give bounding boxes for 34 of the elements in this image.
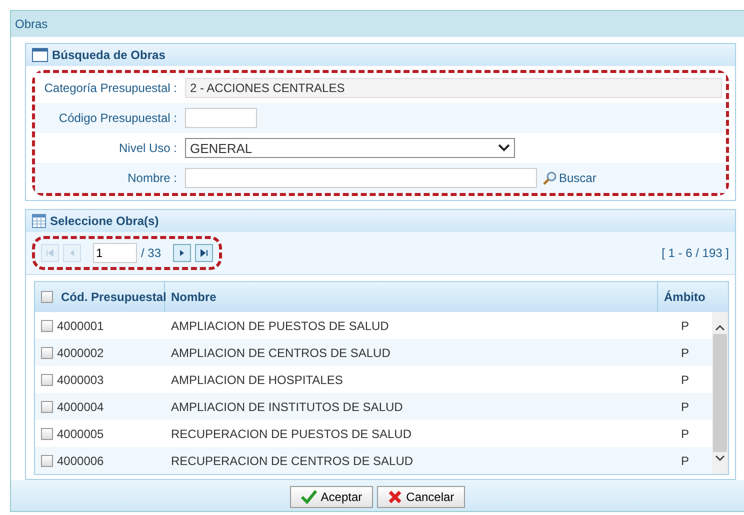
accept-button[interactable]: Aceptar: [290, 486, 374, 508]
category-field: 2 - ACCIONES CENTRALES: [185, 78, 722, 98]
table-cell-text: AMPLIACION DE CENTROS DE SALUD: [170, 346, 392, 360]
table-cell-text: P: [680, 372, 690, 386]
table-cell: 4000001: [35, 318, 165, 332]
table-cell-text: AMPLIACION DE PUESTOS DE SALUD: [170, 318, 390, 332]
cancel-button[interactable]: Cancelar: [377, 486, 466, 508]
table-cell-text: P: [680, 346, 690, 360]
table-cell-text: RECUPERACION DE CENTROS DE SALUD: [170, 454, 414, 468]
field-label: Categoría Presupuestal :: [43, 81, 178, 95]
field-label: Código Presupuestal :: [58, 111, 178, 125]
table-cell-text: P: [680, 454, 690, 468]
table-cell-text: AMPLIACION DE HOSPITALES: [170, 372, 344, 386]
page-input[interactable]: 1: [93, 243, 137, 263]
usage-level-select[interactable]: GENERAL: [185, 138, 515, 158]
field-label: Nivel Uso :: [118, 141, 178, 155]
table-cell: 4000004: [35, 400, 165, 414]
table-cell-text: RECUPERACION DE PUESTOS DE SALUD: [170, 426, 412, 440]
table-cell-text: P: [680, 426, 690, 440]
search-link[interactable]: Buscar: [543, 171, 596, 185]
window-title: Obras: [11, 11, 744, 37]
table-cell: 4000003: [35, 372, 165, 386]
table-cell-text: AMPLIACION DE INSTITUTOS DE SALUD: [170, 400, 404, 414]
table-cell-text: P: [680, 400, 690, 414]
record-range: [ 1 - 6 / 193 ]: [662, 246, 729, 260]
table-cell: 4000006: [35, 454, 165, 468]
page-total: / 33: [141, 246, 162, 260]
table-cell: 4000002: [35, 346, 165, 360]
table-cell: 4000005: [35, 426, 165, 440]
field-label: Nombre :: [126, 171, 178, 185]
panel-title: Seleccione Obra(s): [50, 214, 159, 228]
panel-title: Búsqueda de Obras: [52, 48, 166, 62]
column-header: Ámbito: [663, 289, 706, 306]
table-cell-text: P: [680, 318, 690, 332]
